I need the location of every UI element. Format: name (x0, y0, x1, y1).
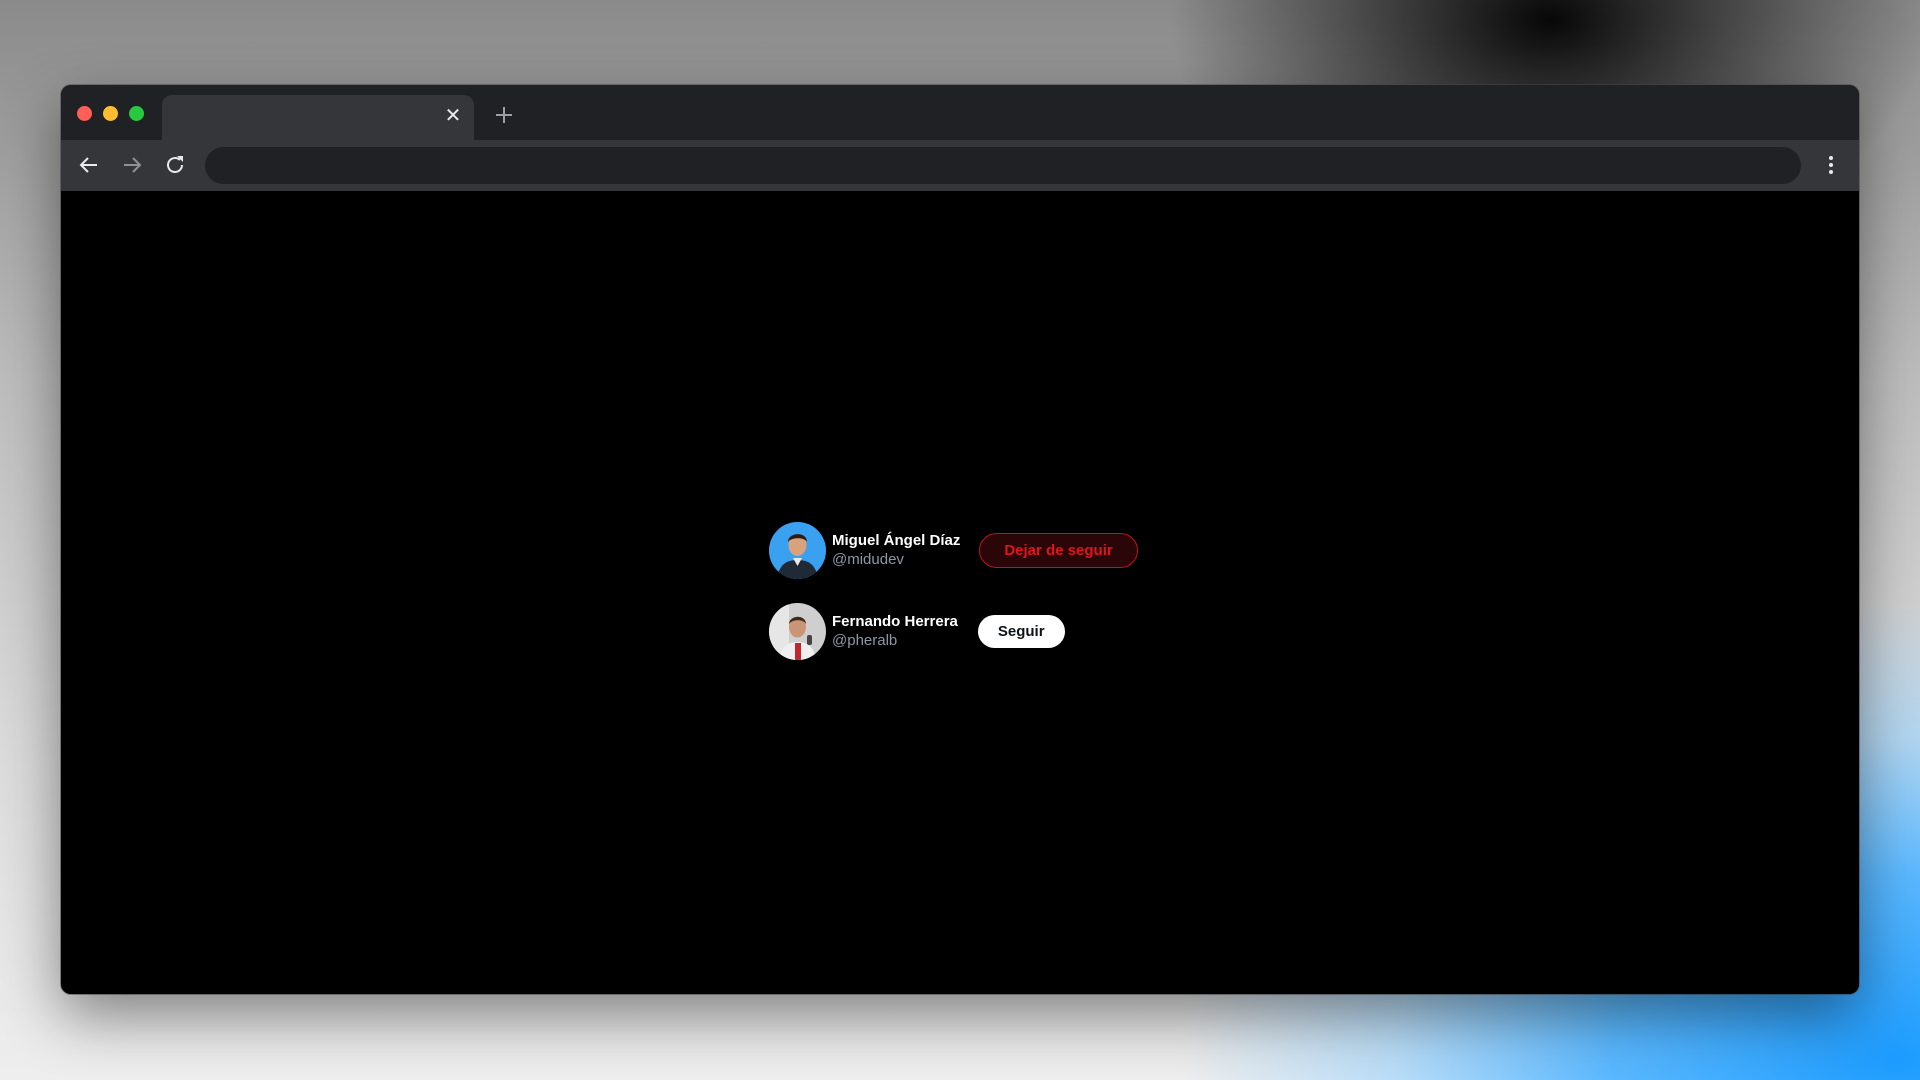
plus-icon[interactable] (491, 102, 517, 128)
user-avatar (769, 521, 826, 579)
arrow-left-icon[interactable] (77, 153, 101, 177)
follow-card: Miguel Ángel Díaz @midudev Dejar de segu… (769, 521, 1138, 579)
reload-icon[interactable] (163, 153, 187, 177)
browser-titlebar: ✕ (61, 85, 1859, 140)
browser-tab[interactable]: ✕ (162, 95, 474, 140)
user-info: Fernando Herrera @pheralb (832, 612, 958, 650)
vertical-dots-icon[interactable] (1819, 153, 1843, 177)
user-name: Fernando Herrera (832, 613, 958, 630)
user-info: Miguel Ángel Díaz @midudev (832, 531, 960, 569)
close-icon[interactable]: ✕ (442, 105, 464, 127)
user-avatar (769, 602, 826, 660)
user-handle: @pheralb (832, 632, 898, 649)
window-close-button[interactable] (77, 106, 92, 121)
follow-button[interactable]: Seguir (977, 614, 1065, 648)
page-content: Miguel Ángel Díaz @midudev Dejar de segu… (61, 191, 1859, 994)
arrow-right-icon[interactable] (120, 153, 144, 177)
window-maximize-button[interactable] (129, 106, 144, 121)
browser-toolbar (61, 140, 1859, 191)
window-minimize-button[interactable] (103, 106, 118, 121)
unfollow-button[interactable]: Dejar de seguir (979, 532, 1138, 568)
user-name: Miguel Ángel Díaz (832, 532, 961, 549)
follow-card: Fernando Herrera @pheralb Seguir (769, 602, 1065, 660)
address-bar[interactable] (205, 147, 1801, 184)
user-handle: @midudev (832, 551, 904, 568)
browser-window: ✕ Miguel Ángel Díaz @midudev Dejar de se… (61, 85, 1859, 994)
